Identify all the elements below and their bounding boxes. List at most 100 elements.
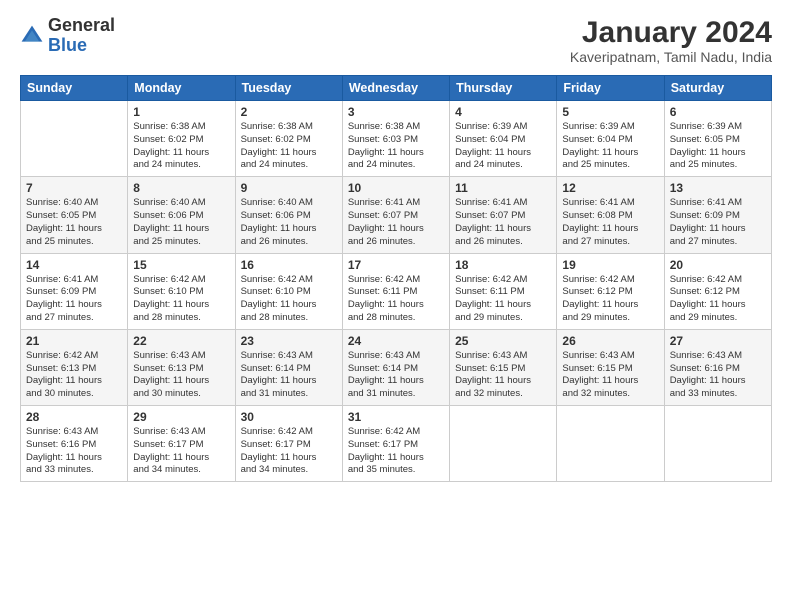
day-number: 19: [562, 258, 658, 272]
day-info: Sunrise: 6:41 AM Sunset: 6:07 PM Dayligh…: [348, 197, 444, 248]
day-info: Sunrise: 6:39 AM Sunset: 6:05 PM Dayligh…: [670, 121, 766, 172]
col-monday: Monday: [128, 76, 235, 101]
day-cell-1-4: 11 Sunrise: 6:41 AM Sunset: 6:07 PM Dayli…: [450, 177, 557, 253]
day-info: Sunrise: 6:38 AM Sunset: 6:02 PM Dayligh…: [133, 121, 229, 172]
day-number: 20: [670, 258, 766, 272]
week-row-1: 1 Sunrise: 6:38 AM Sunset: 6:02 PM Daylig…: [21, 101, 772, 177]
day-info: Sunrise: 6:42 AM Sunset: 6:12 PM Dayligh…: [562, 274, 658, 325]
day-number: 12: [562, 181, 658, 195]
header: General Blue January 2024 Kaveripatnam, …: [20, 16, 772, 65]
day-number: 30: [241, 410, 337, 424]
day-cell-4-6: [664, 406, 771, 482]
day-info: Sunrise: 6:42 AM Sunset: 6:11 PM Dayligh…: [348, 274, 444, 325]
day-cell-0-2: 2Sunrise: 6:38 AM Sunset: 6:02 PM Daylig…: [235, 101, 342, 177]
day-number: 22: [133, 334, 229, 348]
main-title: January 2024: [570, 16, 772, 49]
day-info: Sunrise: 6:42 AM Sunset: 6:17 PM Dayligh…: [241, 426, 337, 477]
week-row-2: 7 Sunrise: 6:40 AM Sunset: 6:05 PM Daylig…: [21, 177, 772, 253]
logo: General Blue: [20, 16, 115, 56]
day-cell-2-3: 17 Sunrise: 6:42 AM Sunset: 6:11 PM Dayli…: [342, 253, 449, 329]
day-number: 4: [455, 105, 551, 119]
page: General Blue January 2024 Kaveripatnam, …: [0, 0, 792, 612]
col-sunday: Sunday: [21, 76, 128, 101]
day-cell-2-4: 18 Sunrise: 6:42 AM Sunset: 6:11 PM Dayli…: [450, 253, 557, 329]
day-cell-0-4: 4Sunrise: 6:39 AM Sunset: 6:04 PM Daylig…: [450, 101, 557, 177]
day-number: 7: [26, 181, 122, 195]
day-number: 13: [670, 181, 766, 195]
day-number: 27: [670, 334, 766, 348]
col-friday: Friday: [557, 76, 664, 101]
day-info: Sunrise: 6:43 AM Sunset: 6:15 PM Dayligh…: [455, 350, 551, 401]
day-cell-2-0: 14Sunrise: 6:41 AM Sunset: 6:09 PM Dayli…: [21, 253, 128, 329]
day-cell-4-0: 28 Sunrise: 6:43 AM Sunset: 6:16 PM Dayli…: [21, 406, 128, 482]
day-number: 31: [348, 410, 444, 424]
day-number: 28: [26, 410, 122, 424]
day-cell-3-6: 27 Sunrise: 6:43 AM Sunset: 6:16 PM Dayli…: [664, 329, 771, 405]
day-cell-1-1: 8 Sunrise: 6:40 AM Sunset: 6:06 PM Daylig…: [128, 177, 235, 253]
day-number: 24: [348, 334, 444, 348]
day-number: 16: [241, 258, 337, 272]
day-cell-4-3: 31 Sunrise: 6:42 AM Sunset: 6:17 PM Dayli…: [342, 406, 449, 482]
day-info: Sunrise: 6:42 AM Sunset: 6:17 PM Dayligh…: [348, 426, 444, 477]
col-wednesday: Wednesday: [342, 76, 449, 101]
day-info: Sunrise: 6:42 AM Sunset: 6:10 PM Dayligh…: [241, 274, 337, 325]
day-number: 17: [348, 258, 444, 272]
day-info: Sunrise: 6:39 AM Sunset: 6:04 PM Dayligh…: [562, 121, 658, 172]
day-info: Sunrise: 6:42 AM Sunset: 6:13 PM Dayligh…: [26, 350, 122, 401]
day-info: Sunrise: 6:40 AM Sunset: 6:06 PM Dayligh…: [133, 197, 229, 248]
day-cell-4-1: 29Sunrise: 6:43 AM Sunset: 6:17 PM Dayli…: [128, 406, 235, 482]
day-number: 8: [133, 181, 229, 195]
day-number: 21: [26, 334, 122, 348]
day-cell-1-0: 7 Sunrise: 6:40 AM Sunset: 6:05 PM Daylig…: [21, 177, 128, 253]
day-info: Sunrise: 6:41 AM Sunset: 6:09 PM Dayligh…: [670, 197, 766, 248]
day-cell-3-1: 22 Sunrise: 6:43 AM Sunset: 6:13 PM Dayli…: [128, 329, 235, 405]
day-cell-2-5: 19 Sunrise: 6:42 AM Sunset: 6:12 PM Dayli…: [557, 253, 664, 329]
day-number: 26: [562, 334, 658, 348]
day-info: Sunrise: 6:42 AM Sunset: 6:12 PM Dayligh…: [670, 274, 766, 325]
day-number: 1: [133, 105, 229, 119]
col-tuesday: Tuesday: [235, 76, 342, 101]
day-cell-2-1: 15Sunrise: 6:42 AM Sunset: 6:10 PM Dayli…: [128, 253, 235, 329]
day-number: 14: [26, 258, 122, 272]
calendar-header: Sunday Monday Tuesday Wednesday Thursday…: [21, 76, 772, 101]
day-info: Sunrise: 6:40 AM Sunset: 6:05 PM Dayligh…: [26, 197, 122, 248]
day-number: 3: [348, 105, 444, 119]
day-cell-1-2: 9Sunrise: 6:40 AM Sunset: 6:06 PM Daylig…: [235, 177, 342, 253]
day-info: Sunrise: 6:43 AM Sunset: 6:16 PM Dayligh…: [670, 350, 766, 401]
day-cell-3-5: 26Sunrise: 6:43 AM Sunset: 6:15 PM Dayli…: [557, 329, 664, 405]
title-block: January 2024 Kaveripatnam, Tamil Nadu, I…: [570, 16, 772, 65]
day-number: 2: [241, 105, 337, 119]
day-number: 10: [348, 181, 444, 195]
day-cell-4-5: [557, 406, 664, 482]
day-cell-3-2: 23Sunrise: 6:43 AM Sunset: 6:14 PM Dayli…: [235, 329, 342, 405]
day-cell-2-6: 20 Sunrise: 6:42 AM Sunset: 6:12 PM Dayli…: [664, 253, 771, 329]
day-info: Sunrise: 6:42 AM Sunset: 6:11 PM Dayligh…: [455, 274, 551, 325]
week-row-3: 14Sunrise: 6:41 AM Sunset: 6:09 PM Dayli…: [21, 253, 772, 329]
day-info: Sunrise: 6:43 AM Sunset: 6:13 PM Dayligh…: [133, 350, 229, 401]
col-thursday: Thursday: [450, 76, 557, 101]
day-info: Sunrise: 6:41 AM Sunset: 6:08 PM Dayligh…: [562, 197, 658, 248]
calendar-table: Sunday Monday Tuesday Wednesday Thursday…: [20, 75, 772, 482]
day-info: Sunrise: 6:38 AM Sunset: 6:03 PM Dayligh…: [348, 121, 444, 172]
day-number: 6: [670, 105, 766, 119]
logo-icon: [20, 24, 44, 48]
day-info: Sunrise: 6:41 AM Sunset: 6:07 PM Dayligh…: [455, 197, 551, 248]
day-cell-3-0: 21 Sunrise: 6:42 AM Sunset: 6:13 PM Dayli…: [21, 329, 128, 405]
day-cell-4-4: [450, 406, 557, 482]
subtitle: Kaveripatnam, Tamil Nadu, India: [570, 49, 772, 65]
day-number: 29: [133, 410, 229, 424]
day-info: Sunrise: 6:43 AM Sunset: 6:16 PM Dayligh…: [26, 426, 122, 477]
logo-text: General Blue: [48, 16, 115, 56]
day-number: 25: [455, 334, 551, 348]
day-cell-1-6: 13 Sunrise: 6:41 AM Sunset: 6:09 PM Dayli…: [664, 177, 771, 253]
col-saturday: Saturday: [664, 76, 771, 101]
week-row-5: 28 Sunrise: 6:43 AM Sunset: 6:16 PM Dayli…: [21, 406, 772, 482]
day-number: 11: [455, 181, 551, 195]
day-info: Sunrise: 6:43 AM Sunset: 6:14 PM Dayligh…: [241, 350, 337, 401]
day-number: 5: [562, 105, 658, 119]
day-cell-1-5: 12 Sunrise: 6:41 AM Sunset: 6:08 PM Dayli…: [557, 177, 664, 253]
day-number: 18: [455, 258, 551, 272]
day-cell-0-3: 3 Sunrise: 6:38 AM Sunset: 6:03 PM Daylig…: [342, 101, 449, 177]
day-info: Sunrise: 6:43 AM Sunset: 6:14 PM Dayligh…: [348, 350, 444, 401]
day-cell-0-0: [21, 101, 128, 177]
